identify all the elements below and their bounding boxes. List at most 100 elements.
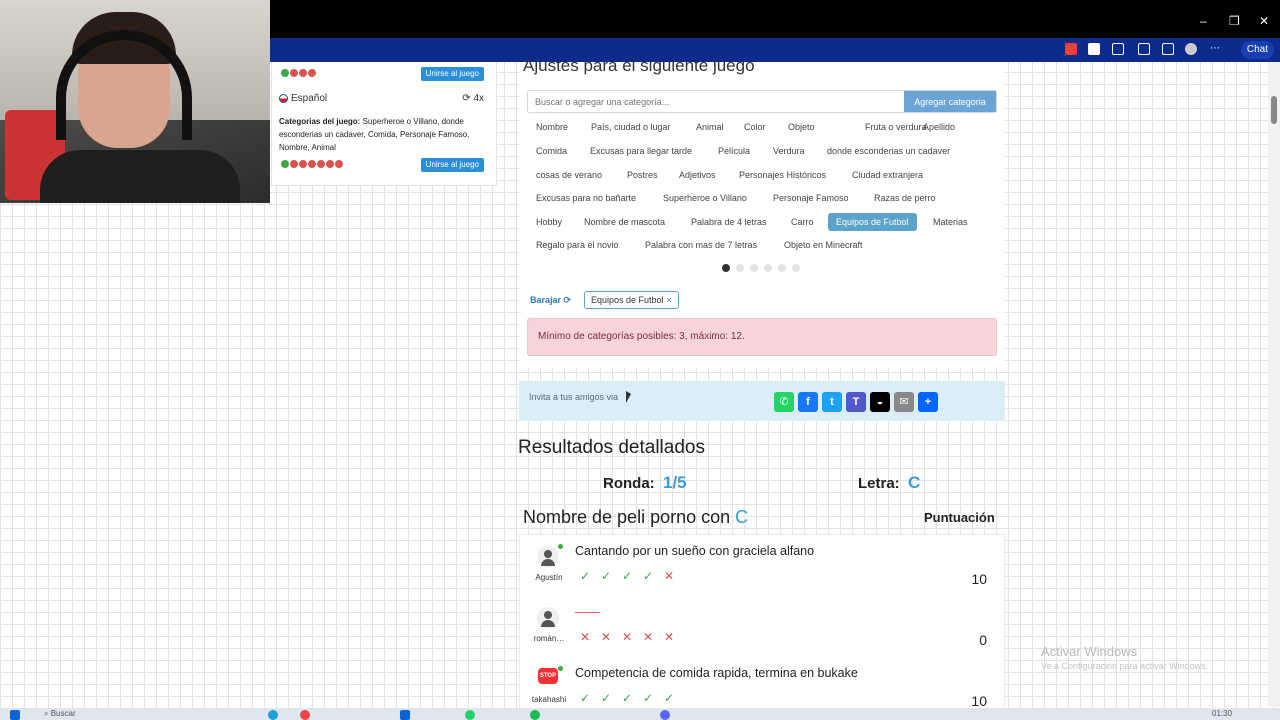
pager-dot[interactable] [764, 264, 772, 272]
language-label: Español [291, 93, 328, 104]
category-option[interactable]: Palabra de 4 letras [683, 213, 775, 231]
category-option[interactable]: Adjetivos [671, 166, 724, 184]
cross-vote-icon[interactable]: ✕ [662, 630, 676, 644]
check-vote-icon[interactable]: ✓ [578, 691, 592, 705]
category-option[interactable]: Objeto [780, 118, 823, 136]
edge-icon[interactable] [268, 710, 278, 720]
invite-bar: Invita a tus amigos via ✆ f t T ◒ ✉ + [519, 381, 1005, 421]
whatsapp-icon[interactable] [465, 710, 475, 720]
add-category-button[interactable]: Agregar categoria [904, 91, 996, 112]
remove-chip-icon[interactable]: × [667, 295, 672, 305]
category-option[interactable]: Nombre de mascota [576, 213, 673, 231]
check-vote-icon[interactable]: ✓ [620, 691, 634, 705]
category-option[interactable]: Regalo para el novio [528, 236, 627, 254]
cross-vote-icon[interactable]: ✕ [620, 630, 634, 644]
snapchat-icon[interactable]: ◒ [870, 392, 890, 412]
category-option[interactable]: Carro [783, 213, 822, 231]
extension-icon[interactable] [1065, 43, 1077, 55]
scrollbar-thumb[interactable] [1271, 96, 1277, 124]
maximize-icon[interactable]: ❐ [1229, 14, 1240, 28]
category-option[interactable]: cosas de verano [528, 166, 610, 184]
page-scrollbar[interactable] [1268, 62, 1280, 707]
player-dot [299, 160, 307, 168]
category-option[interactable]: Razas de perro [866, 189, 944, 207]
category-option[interactable]: Ciudad extranjera [844, 166, 931, 184]
windows-taskbar: ⌕ Buscar 01:30 [0, 708, 1280, 720]
user-avatar-icon [537, 546, 559, 568]
cross-vote-icon[interactable]: ✕ [662, 569, 676, 583]
profile-avatar[interactable] [1185, 43, 1197, 55]
category-option[interactable]: Hobby [528, 213, 570, 231]
category-option[interactable]: Apellido [915, 118, 963, 136]
windows-start-icon[interactable] [10, 710, 20, 720]
category-option[interactable]: Personajes Históricos [731, 166, 834, 184]
minimize-icon[interactable]: – [1200, 14, 1207, 28]
close-icon[interactable]: ✕ [1259, 14, 1269, 28]
category-option[interactable]: Nombre [528, 118, 576, 136]
category-option[interactable]: Animal [688, 118, 732, 136]
check-vote-icon[interactable]: ✓ [620, 569, 634, 583]
chat-button[interactable]: Chat [1240, 41, 1274, 59]
cross-vote-icon[interactable]: ✕ [641, 630, 655, 644]
cross-vote-icon[interactable]: ✕ [599, 630, 613, 644]
category-option[interactable]: Excusas para no bañarte [528, 189, 644, 207]
chrome-icon[interactable] [300, 710, 310, 720]
shuffle-button[interactable]: Barajar ⟳ [530, 295, 571, 306]
mouse-cursor [626, 391, 631, 403]
player-dot [281, 69, 289, 77]
category-option[interactable]: Comida [528, 142, 575, 160]
player-dot [290, 69, 298, 77]
outlook-icon[interactable] [400, 710, 410, 720]
category-option[interactable]: Verdura [765, 142, 813, 160]
check-vote-icon[interactable]: ✓ [599, 569, 613, 583]
category-search-input[interactable] [528, 91, 904, 112]
player-dot [299, 69, 307, 77]
category-option[interactable]: Equipos de Futbol [828, 213, 917, 231]
category-option[interactable]: donde esconderias un cadaver [819, 142, 958, 160]
join-game-button[interactable]: Unirse al juego [420, 67, 484, 81]
check-vote-icon[interactable]: ✓ [599, 691, 613, 705]
category-option[interactable]: Palabra con mas de 7 letras [637, 236, 765, 254]
check-vote-icon[interactable]: ✓ [641, 691, 655, 705]
check-vote-icon[interactable]: ✓ [641, 569, 655, 583]
category-option[interactable]: Película [710, 142, 758, 160]
spotify-icon[interactable] [530, 710, 540, 720]
category-option[interactable]: Superheroe o Villano [655, 189, 755, 207]
pager-dot[interactable] [736, 264, 744, 272]
join-game-button[interactable]: Unirse al juego [420, 158, 484, 172]
category-option[interactable]: País, ciudad o lugar [583, 118, 679, 136]
twitter-icon[interactable]: t [822, 392, 842, 412]
pager-dot[interactable] [722, 264, 730, 272]
more-icon[interactable]: ⋯ [1210, 43, 1222, 55]
taskbar-search[interactable]: ⌕ Buscar [44, 709, 76, 719]
category-option[interactable]: Excusas para llegar tarde [582, 142, 700, 160]
pager-dot[interactable] [778, 264, 786, 272]
email-icon[interactable]: ✉ [894, 392, 914, 412]
cross-vote-icon[interactable]: ✕ [578, 630, 592, 644]
category-pager [722, 264, 800, 272]
extension-icon[interactable] [1112, 43, 1124, 55]
teams-icon[interactable]: T [846, 392, 866, 412]
category-option[interactable]: Postres [619, 166, 666, 184]
category-option[interactable]: Objeto en Minecraft [776, 236, 871, 254]
check-vote-icon[interactable]: ✓ [578, 569, 592, 583]
facebook-icon[interactable]: f [798, 392, 818, 412]
pager-dot[interactable] [750, 264, 758, 272]
discord-icon[interactable] [660, 710, 670, 720]
plus-icon[interactable]: + [918, 392, 938, 412]
category-option[interactable]: Personaje Famoso [765, 189, 857, 207]
category-option[interactable]: Materias [925, 213, 976, 231]
favorites-icon[interactable] [1162, 43, 1174, 55]
player-dot [308, 160, 316, 168]
answers-list: Agustín Cantando por un sueño con graciel… [519, 534, 1005, 714]
whatsapp-icon[interactable]: ✆ [774, 392, 794, 412]
category-option[interactable]: Color [736, 118, 774, 136]
selected-category-chip: Equipos de Futbol × [584, 291, 679, 309]
check-vote-icon[interactable]: ✓ [662, 691, 676, 705]
pager-dot[interactable] [792, 264, 800, 272]
user-name: takahashi [531, 695, 567, 704]
rounds-label: 4x [473, 93, 484, 104]
extension-icon[interactable] [1088, 43, 1100, 55]
answer-row: Agustín Cantando por un sueño con graciel… [520, 535, 1006, 596]
extensions-icon[interactable] [1138, 43, 1150, 55]
